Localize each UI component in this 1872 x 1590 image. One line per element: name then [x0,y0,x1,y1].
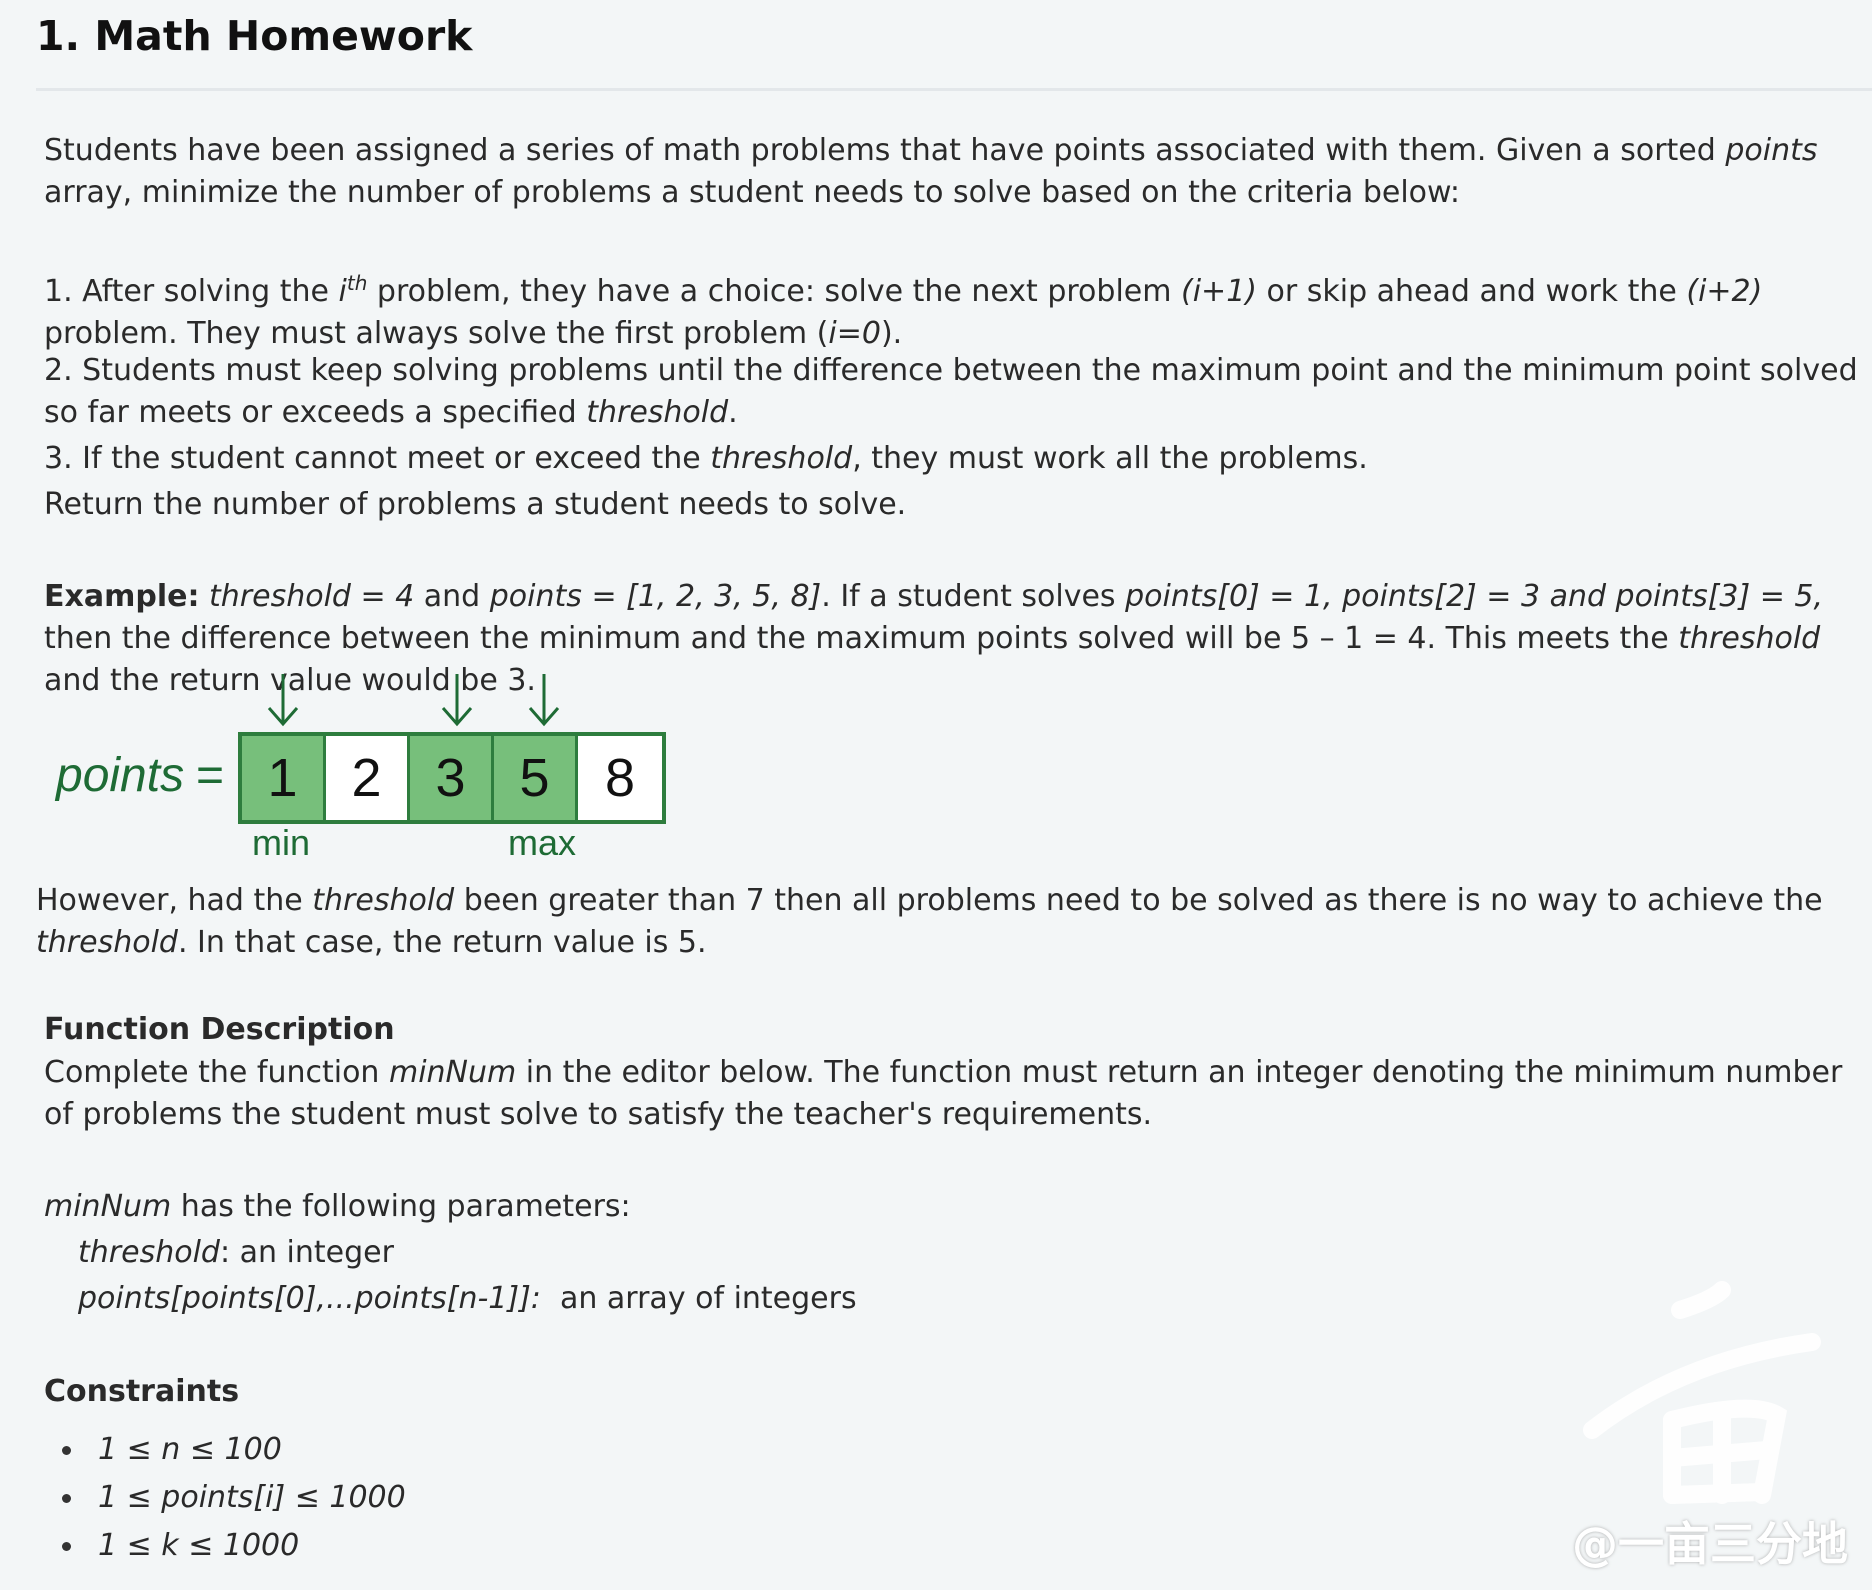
watermark-text: @一亩三分地 [1572,1517,1848,1571]
problem-page: 1. Math Homework Students have been assi… [0,0,1872,1590]
param-points: points[points[0],...points[n-1]]: an arr… [78,1281,857,1316]
array-cell: 8 [578,736,662,820]
rule-1: 1. After solving the ith problem, they h… [44,271,1763,351]
down-arrow-icon [267,674,299,727]
rule-3: 3. If the student cannot meet or exceed … [44,441,1368,476]
function-description-heading: Function Description [44,1012,395,1047]
down-arrow-icon [528,674,560,727]
title-divider [36,88,1872,91]
list-item: 1 ≤ points[i] ≤ 1000 [58,1474,406,1522]
array-cell: 5 [494,736,578,820]
constraints-list: 1 ≤ n ≤ 100 1 ≤ points[i] ≤ 1000 1 ≤ k ≤… [58,1426,406,1570]
param-threshold: threshold: an integer [78,1235,394,1270]
array-cells: 1 2 3 5 8 [238,732,666,824]
min-label: min [252,822,311,863]
array-label: points [56,749,185,802]
constraints-heading: Constraints [44,1374,240,1409]
array-equals: = [196,749,225,802]
array-cell: 2 [326,736,410,820]
max-label: max [508,822,577,863]
params-intro: minNum has the following parameters: [44,1189,631,1224]
array-cell: 1 [242,736,326,820]
example-paragraph: Example: threshold = 4 and points = [1, … [44,579,1824,698]
rule-2: 2. Students must keep solving problems u… [44,353,1858,430]
however-paragraph: However, had the threshold been greater … [36,883,1823,960]
intro-paragraph: Students have been assigned a series of … [44,133,1818,210]
function-description-text: Complete the function minNum in the edit… [44,1055,1843,1132]
watermark-logo-icon [1583,1281,1821,1504]
array-cell: 3 [410,736,494,820]
page-title: 1. Math Homework [36,12,473,60]
list-item: 1 ≤ k ≤ 1000 [58,1522,406,1570]
list-item: 1 ≤ n ≤ 100 [58,1426,406,1474]
down-arrow-icon [441,674,473,727]
return-statement: Return the number of problems a student … [44,487,907,522]
